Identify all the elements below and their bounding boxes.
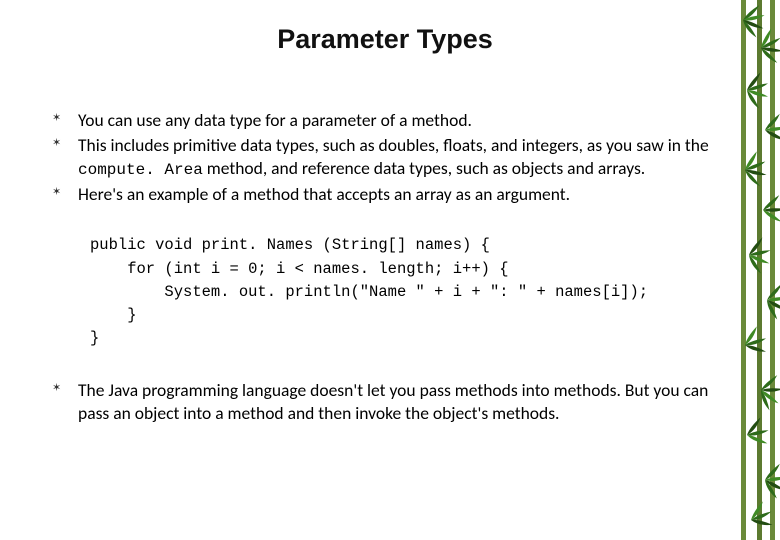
inline-code: compute. Area: [78, 161, 203, 179]
bullet-text: You can use any data type for a paramete…: [78, 109, 472, 131]
bullet-text: Here's an example of a method that accep…: [78, 183, 570, 205]
bullet-text: This includes primitive data types, such…: [78, 134, 709, 156]
slide: Parameter Types You can use any data typ…: [0, 0, 780, 540]
bullet-item: The Java programming language doesn't le…: [48, 379, 730, 425]
bullet-item: Here's an example of a method that accep…: [48, 183, 730, 206]
bullet-item: This includes primitive data types, such…: [48, 134, 730, 181]
bullet-list-2: The Java programming language doesn't le…: [48, 379, 730, 425]
bullet-text: method, and reference data types, such a…: [203, 157, 645, 179]
bullet-list-1: You can use any data type for a paramete…: [48, 109, 730, 206]
code-example: public void print. Names (String[] names…: [90, 234, 730, 350]
bullet-text: The Java programming language doesn't le…: [78, 379, 708, 424]
slide-title: Parameter Types: [40, 24, 730, 55]
bullet-item: You can use any data type for a paramete…: [48, 109, 730, 132]
